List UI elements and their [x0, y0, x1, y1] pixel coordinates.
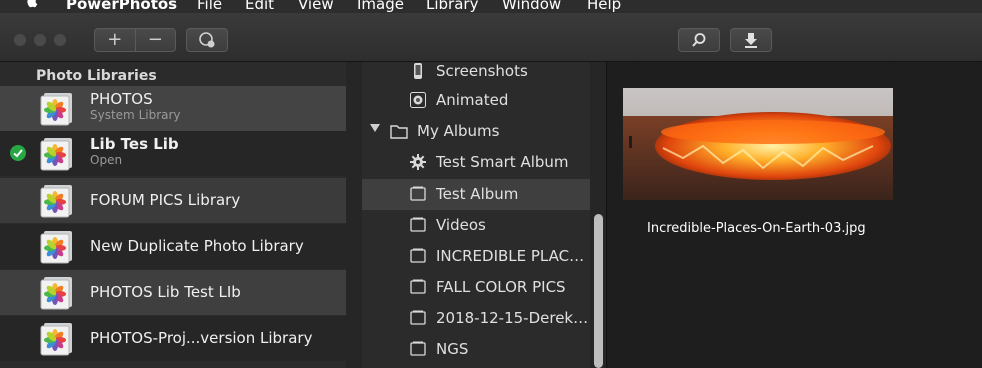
album-label: Videos [436, 216, 486, 234]
photo-caption: Incredible-Places-On-Earth-03.jpg [647, 221, 866, 236]
albums-scrollbar-thumb[interactable] [594, 214, 603, 368]
photos-library-icon [40, 137, 74, 171]
photo-grid-pane: Incredible-Places-On-Earth-03.jpg [606, 62, 982, 368]
menu-app-name[interactable]: PowerPhotos [66, 0, 177, 13]
apple-menu-icon[interactable] [26, 0, 40, 8]
library-subtitle: Open [90, 153, 123, 167]
library-row[interactable]: PHOTOS System Library [0, 86, 346, 131]
animated-icon [410, 92, 426, 108]
album-icon [410, 186, 426, 202]
plus-icon: + [107, 29, 123, 50]
album-row[interactable]: NGS [362, 334, 590, 365]
download-arrow-icon [745, 33, 757, 48]
libraries-scrollbar-track[interactable] [346, 62, 362, 368]
library-row[interactable]: Lib Tes Lib Open [0, 131, 346, 176]
photos-library-icon [40, 92, 74, 126]
minus-icon: − [147, 29, 163, 50]
menu-edit[interactable]: Edit [245, 0, 274, 13]
menu-window[interactable]: Window [502, 0, 561, 13]
album-icon [410, 341, 426, 357]
album-row[interactable]: FALL COLOR PICS [362, 272, 590, 303]
photos-library-icon [40, 322, 74, 356]
disclosure-triangle-icon[interactable] [370, 124, 380, 132]
album-row[interactable]: Test Album [362, 179, 590, 210]
library-name: FORUM PICS Library [90, 191, 241, 209]
zoom-window-button[interactable] [54, 34, 66, 46]
add-remove-segmented-control: + − [94, 28, 176, 52]
album-row[interactable]: Screenshots [362, 56, 590, 87]
library-row[interactable]: FORUM PICS Library [0, 178, 346, 223]
photos-library-icon [40, 276, 74, 310]
photos-library-icon [40, 230, 74, 264]
album-row[interactable]: 2018-12-15-Derek… [362, 303, 590, 334]
photo-thumbnail[interactable] [623, 88, 893, 200]
album-icon [410, 310, 426, 326]
album-icon [410, 217, 426, 233]
close-window-button[interactable] [14, 34, 26, 46]
menu-help[interactable]: Help [587, 0, 621, 13]
menu-image[interactable]: Image [357, 0, 404, 13]
library-name: New Duplicate Photo Library [90, 237, 304, 255]
libraries-header: Photo Libraries [36, 68, 157, 84]
album-row[interactable]: My Albums [362, 116, 590, 147]
album-label: Animated [436, 91, 509, 109]
album-icon [410, 279, 426, 295]
albums-pane: Screenshots Animated My Albums Test Smart A… [362, 62, 590, 368]
library-name: PHOTOS [90, 90, 153, 108]
album-label: INCREDIBLE PLAC… [436, 247, 585, 265]
library-subtitle: System Library [90, 108, 181, 122]
photos-library-icon [40, 184, 74, 218]
album-label: Test Album [436, 185, 519, 203]
library-options-button[interactable] [186, 28, 228, 52]
library-row[interactable]: New Duplicate Photo Library [0, 224, 346, 269]
album-icon [410, 248, 426, 264]
library-name: Lib Tes Lib [90, 135, 179, 153]
album-row[interactable]: Test Smart Album [362, 147, 590, 178]
menu-file[interactable]: File [197, 0, 222, 13]
menu-library[interactable]: Library [426, 0, 478, 13]
album-label: FALL COLOR PICS [436, 278, 566, 296]
folder-icon [390, 123, 408, 139]
remove-library-button[interactable]: − [136, 29, 176, 51]
album-label: NGS [436, 340, 469, 358]
add-library-button[interactable]: + [95, 29, 136, 51]
burning-crater-photo [623, 88, 893, 200]
album-label: Test Smart Album [436, 153, 569, 171]
gear-icon [410, 154, 426, 170]
library-row[interactable]: PHOTOS-Proj...version Library [0, 316, 346, 361]
libraries-pane: Photo Libraries PHOTOS System Library Lib … [0, 62, 346, 368]
toolbar: + − [0, 13, 982, 62]
menu-bar: PowerPhotos File Edit View Image Library… [0, 0, 982, 13]
phone-icon [410, 63, 426, 79]
library-row[interactable]: PHOTOS Lib Test LIb [0, 270, 346, 315]
search-button[interactable] [678, 28, 720, 52]
album-label: Screenshots [436, 62, 528, 80]
album-row[interactable]: Videos [362, 210, 590, 241]
open-checkmark-icon [10, 145, 26, 161]
album-row[interactable]: INCREDIBLE PLAC… [362, 241, 590, 272]
import-button[interactable] [730, 28, 772, 52]
library-name: PHOTOS Lib Test LIb [90, 283, 241, 301]
library-badge-icon [199, 32, 215, 48]
album-label: 2018-12-15-Derek… [436, 309, 589, 327]
magnifying-glass-icon [692, 33, 706, 47]
menu-view[interactable]: View [298, 0, 334, 13]
album-label: My Albums [417, 122, 500, 140]
library-name: PHOTOS-Proj...version Library [90, 329, 313, 347]
album-row[interactable]: Animated [362, 85, 590, 116]
minimize-window-button[interactable] [34, 34, 46, 46]
